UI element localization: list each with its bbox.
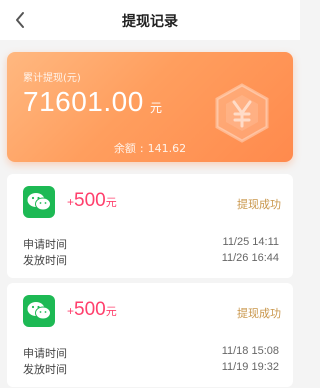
issue-time-label: 发放时间: [23, 363, 67, 376]
issue-time-row: 发放时间 11/26 16:44: [23, 252, 279, 268]
status-badge: 提现成功: [237, 307, 281, 320]
amount-value: 500: [74, 190, 106, 211]
amount-unit: 元: [105, 197, 117, 209]
issue-time-row: 发放时间 11/19 19:32: [23, 361, 279, 377]
apply-time-value: 11/18 15:08: [221, 345, 279, 357]
apply-time-label: 申请时间: [23, 238, 67, 251]
page-title: 提现记录: [122, 14, 178, 30]
amount-plus: +: [67, 304, 75, 318]
amount-unit: 元: [105, 306, 117, 318]
withdraw-amount: +500元: [67, 190, 117, 212]
apply-time-label: 申请时间: [23, 347, 67, 360]
total-withdrawn-unit: 元: [150, 101, 163, 115]
apply-time-row: 申请时间 11/25 14:11: [23, 236, 279, 252]
status-badge: 提现成功: [237, 198, 281, 211]
issue-time-label: 发放时间: [23, 254, 67, 267]
withdraw-record[interactable]: +500元 提现成功 申请时间 11/18 15:08 发放时间 11/19 1…: [7, 283, 293, 387]
balance-label: 余额: [113, 142, 136, 155]
issue-time-value: 11/26 16:44: [221, 252, 279, 264]
yen-icon: [215, 83, 269, 143]
balance-separator: :: [139, 142, 144, 155]
total-withdrawn-amount: 71601.00: [23, 86, 144, 117]
amount-value: 500: [74, 299, 106, 320]
wechat-icon: [23, 295, 55, 327]
withdraw-summary-card: 累计提现(元) 71601.00 元 余额:141.62: [7, 52, 293, 162]
apply-time-value: 11/25 14:11: [222, 236, 279, 248]
balance-line: 余额:141.62: [7, 140, 293, 156]
issue-time-value: 11/19 19:32: [221, 361, 279, 373]
withdraw-record[interactable]: +500元 提现成功 申请时间 11/25 14:11 发放时间 11/26 1…: [7, 174, 293, 278]
amount-plus: +: [67, 195, 75, 209]
wechat-icon: [23, 186, 55, 218]
navbar: 提现记录: [0, 0, 300, 40]
withdraw-amount: +500元: [67, 299, 117, 321]
balance-value: 141.62: [147, 142, 187, 155]
apply-time-row: 申请时间 11/18 15:08: [23, 345, 279, 361]
total-withdrawn-label: 累计提现(元): [23, 73, 81, 84]
